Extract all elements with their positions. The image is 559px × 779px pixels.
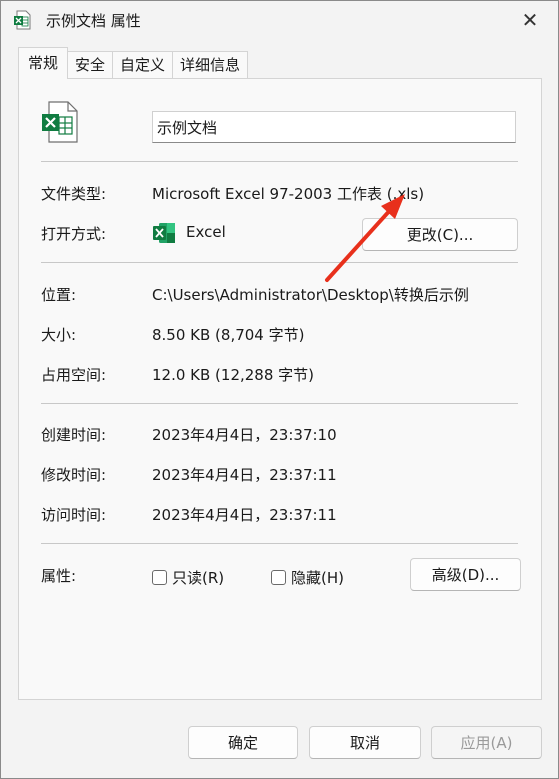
excel-app-icon — [153, 223, 175, 243]
apply-button[interactable]: 应用(A) — [431, 726, 542, 759]
accessed-value: 2023年4月4日，23:37:11 — [152, 506, 337, 524]
checkbox-box[interactable] — [152, 570, 167, 585]
divider — [41, 543, 518, 544]
size-value: 8.50 KB (8,704 字节) — [152, 326, 305, 344]
title-bar: 示例文档 属性 ✕ — [1, 1, 558, 39]
size-on-disk-value: 12.0 KB (12,288 字节) — [152, 366, 315, 384]
location-label: 位置: — [41, 286, 77, 304]
divider — [41, 403, 518, 404]
advanced-button[interactable]: 高级(D)... — [410, 558, 521, 591]
tab-general[interactable]: 常规 — [18, 47, 69, 79]
file-name-input[interactable] — [152, 111, 516, 143]
created-label: 创建时间: — [41, 426, 107, 444]
general-panel: 文件类型: Microsoft Excel 97-2003 工作表 (.xls)… — [18, 78, 542, 700]
accessed-label: 访问时间: — [41, 506, 107, 524]
checkbox-box[interactable] — [271, 570, 286, 585]
excel-file-icon — [14, 10, 31, 30]
tab-bar: 常规 安全 自定义 详细信息 — [18, 47, 249, 79]
tab-security[interactable]: 安全 — [67, 51, 114, 79]
size-on-disk-label: 占用空间: — [41, 366, 107, 384]
open-with-app: Excel — [186, 223, 226, 241]
attributes-label: 属性: — [41, 567, 77, 585]
open-with-label: 打开方式: — [41, 225, 107, 243]
size-label: 大小: — [41, 326, 77, 344]
file-type-value: Microsoft Excel 97-2003 工作表 (.xls) — [152, 185, 425, 203]
window-title: 示例文档 属性 — [46, 12, 141, 30]
ok-button[interactable]: 确定 — [188, 726, 298, 759]
file-type-label: 文件类型: — [41, 185, 107, 203]
cancel-button[interactable]: 取消 — [309, 726, 421, 759]
readonly-checkbox[interactable]: 只读(R) — [152, 567, 224, 588]
hidden-label: 隐藏(H) — [291, 569, 344, 587]
change-button[interactable]: 更改(C)... — [362, 218, 518, 251]
created-value: 2023年4月4日，23:37:10 — [152, 426, 337, 444]
close-button[interactable]: ✕ — [502, 1, 558, 39]
modified-value: 2023年4月4日，23:37:11 — [152, 466, 337, 484]
hidden-checkbox[interactable]: 隐藏(H) — [271, 567, 344, 588]
properties-dialog: 示例文档 属性 ✕ 常规 安全 自定义 详细信息 文件类型: Microsoft… — [0, 0, 559, 779]
modified-label: 修改时间: — [41, 466, 107, 484]
excel-document-icon — [42, 101, 78, 143]
divider — [41, 262, 518, 263]
close-icon: ✕ — [521, 8, 539, 32]
readonly-label: 只读(R) — [172, 569, 225, 587]
tab-custom[interactable]: 自定义 — [112, 51, 174, 79]
tab-details[interactable]: 详细信息 — [172, 51, 249, 79]
divider — [41, 161, 518, 162]
location-value: C:\Users\Administrator\Desktop\转换后示例 — [152, 286, 469, 304]
